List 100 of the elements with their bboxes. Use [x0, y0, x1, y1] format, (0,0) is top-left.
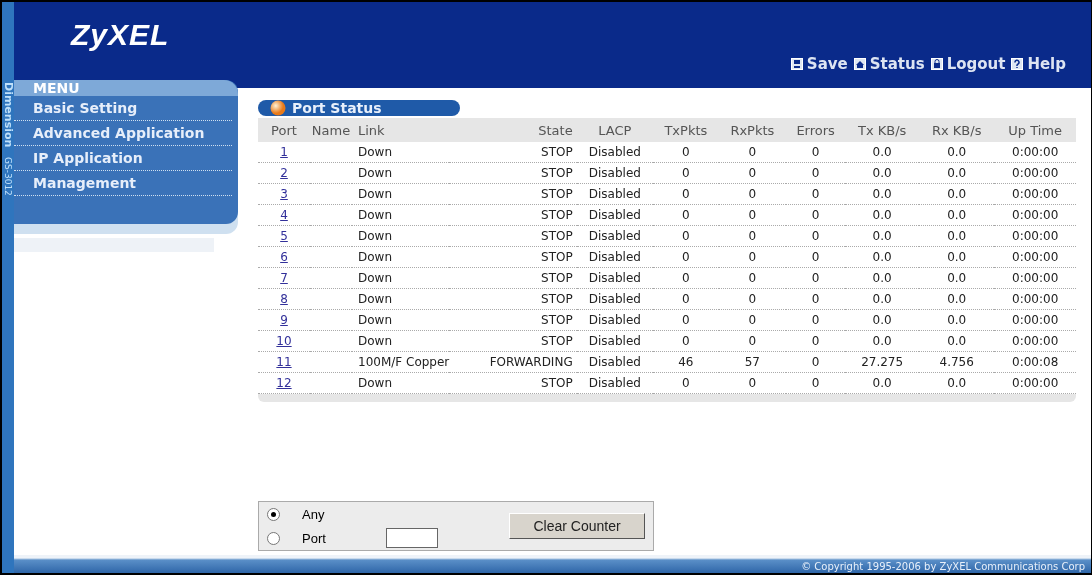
table-cell: 0 — [748, 334, 757, 348]
port-link[interactable]: 2 — [280, 166, 288, 180]
table-cell: 0 — [811, 292, 820, 306]
orb-icon — [270, 100, 286, 116]
table-cell: Down — [358, 271, 392, 285]
column-header: LACP — [576, 118, 653, 142]
column-header: Name — [310, 118, 352, 142]
header-link[interactable]: Save — [790, 55, 848, 73]
menu-item[interactable]: IP Application — [14, 146, 232, 171]
table-cell: 0 — [682, 166, 690, 180]
option-label: Port — [302, 530, 327, 546]
table-cell: 0.0 — [947, 229, 967, 243]
table-cell: 0.0 — [947, 292, 967, 306]
port-link[interactable]: 4 — [280, 208, 288, 222]
port-link[interactable]: 5 — [280, 229, 288, 243]
table-cell: 0.0 — [947, 187, 967, 201]
table-cell: 0:00:00 — [1012, 334, 1059, 348]
table-cell: 0.0 — [947, 166, 967, 180]
table-cell: 0 — [682, 250, 690, 264]
menu-item[interactable]: Advanced Application — [14, 121, 232, 146]
port-link[interactable]: 9 — [280, 313, 288, 327]
table-cell: 0 — [811, 376, 820, 390]
table-cell: 27.275 — [861, 355, 904, 369]
table-cell: Disabled — [588, 187, 641, 201]
product-name: Dimension — [2, 82, 14, 148]
radio-button[interactable] — [267, 531, 280, 545]
column-header: Errors — [786, 118, 846, 142]
table-cell: 0.0 — [872, 292, 892, 306]
table-cell: Down — [358, 334, 392, 348]
menu-item[interactable]: Basic Setting — [14, 96, 232, 121]
table-cell: 0.0 — [872, 166, 892, 180]
table-cell: Disabled — [588, 355, 641, 369]
column-header: TxPkts — [653, 118, 719, 142]
header-link[interactable]: Logout — [930, 55, 1006, 73]
table-cell: 0.0 — [947, 271, 967, 285]
column-header: Port — [258, 118, 310, 142]
lock-icon — [930, 58, 943, 70]
table-cell: Disabled — [588, 250, 641, 264]
port-link[interactable]: 11 — [276, 355, 292, 369]
port-link[interactable]: 10 — [276, 334, 292, 348]
table-cell: 0 — [748, 313, 757, 327]
column-header: RxPkts — [718, 118, 786, 142]
table-cell: 100M/F Copper — [358, 355, 450, 369]
column-header: State — [449, 118, 577, 142]
table-cell: 0 — [682, 376, 690, 390]
table-cell: 0.0 — [872, 250, 892, 264]
table-cell: STOP — [541, 145, 573, 159]
table-cell: 0:00:00 — [1012, 376, 1059, 390]
table-cell: 0:00:00 — [1012, 166, 1059, 180]
table-cell: 0.0 — [947, 208, 967, 222]
table-cell: 0.0 — [872, 271, 892, 285]
table-cell: STOP — [541, 208, 573, 222]
table-cell: 0 — [811, 313, 820, 327]
table-cell: Disabled — [588, 313, 641, 327]
table-cell: Disabled — [588, 271, 641, 285]
table-cell: Down — [358, 145, 392, 159]
port-link[interactable]: 3 — [280, 187, 288, 201]
table-cell: STOP — [541, 376, 573, 390]
clear-counter-button[interactable]: Clear Counter — [509, 513, 645, 539]
table-cell: 0:00:00 — [1012, 208, 1059, 222]
port-link[interactable]: 8 — [280, 292, 288, 306]
table-cell: 0.0 — [872, 376, 892, 390]
table-cell: 0 — [811, 187, 820, 201]
table-cell: 0 — [811, 334, 820, 348]
table-cell: 0 — [682, 292, 690, 306]
table-cell: Disabled — [588, 166, 641, 180]
table-cell: 0 — [682, 187, 690, 201]
port-link[interactable]: 12 — [276, 376, 292, 390]
menu-item[interactable]: Management — [14, 171, 232, 196]
table-cell: Down — [358, 250, 392, 264]
table-cell: Down — [358, 166, 392, 180]
table-cell: 0.0 — [947, 145, 967, 159]
model-name: GS-3012 — [2, 157, 14, 197]
table-cell: 0:00:00 — [1012, 271, 1059, 285]
port-link[interactable]: 1 — [280, 145, 288, 159]
port-link[interactable]: 6 — [280, 250, 288, 264]
option-label: Any — [302, 506, 326, 522]
table-cell: 46 — [678, 355, 694, 369]
header-link[interactable]: Status — [853, 55, 925, 73]
panel-title-text: Port Status — [292, 100, 382, 116]
table-cell: 0 — [811, 208, 820, 222]
table-cell: 0 — [811, 229, 820, 243]
table-cell: 0.0 — [872, 334, 892, 348]
column-header: Up Time — [994, 118, 1076, 142]
table-cell: STOP — [541, 271, 573, 285]
table-cell: 0 — [682, 145, 690, 159]
table-cell: 0:00:00 — [1012, 250, 1059, 264]
radio-button[interactable] — [267, 507, 280, 521]
table-cell: 0 — [811, 145, 820, 159]
port-input-field[interactable] — [386, 528, 438, 548]
table-cell: 0.0 — [872, 187, 892, 201]
table-cell: 0.0 — [872, 229, 892, 243]
table-cell: STOP — [541, 229, 573, 243]
table-cell: 0 — [811, 166, 820, 180]
table-cell: 4.756 — [939, 355, 974, 369]
table-cell: 0 — [682, 313, 690, 327]
help-icon — [1011, 58, 1024, 70]
port-link[interactable]: 7 — [280, 271, 288, 285]
header-link[interactable]: Help — [1011, 55, 1066, 73]
table-cell: 0:00:00 — [1012, 292, 1059, 306]
